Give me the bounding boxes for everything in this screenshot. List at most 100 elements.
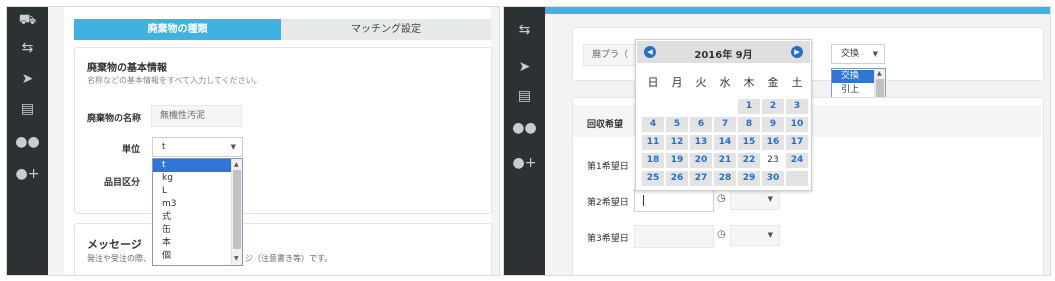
chevron-down-icon: ▼ (767, 195, 773, 203)
day-cell[interactable]: 23 (762, 153, 784, 168)
scroll-up-icon[interactable]: ▲ (877, 70, 882, 77)
weekday-label: 日 (647, 76, 659, 89)
unit-option[interactable]: 本 (153, 237, 231, 250)
clock-icon[interactable]: ◷ (717, 229, 726, 240)
basic-info-title: 廃棄物の基本情報 (87, 63, 167, 74)
second-choice-time-select[interactable]: ▼ (730, 189, 780, 210)
weekday-label: 木 (743, 76, 755, 89)
chevron-down-icon: ▼ (872, 50, 878, 58)
message-description-end: ジ（注意書き等）です。 (245, 254, 333, 263)
day-cell[interactable]: 25 (642, 171, 664, 186)
day-cell[interactable]: 21 (714, 153, 736, 168)
day-cell[interactable]: 3 (786, 99, 808, 114)
day-cell[interactable]: 1 (738, 99, 760, 114)
clock-icon[interactable]: ◷ (717, 193, 726, 204)
day-cell[interactable]: 16 (762, 135, 784, 150)
day-cell[interactable]: 11 (642, 135, 664, 150)
day-cell[interactable]: 8 (738, 117, 760, 132)
day-cell[interactable]: 13 (690, 135, 712, 150)
datepicker-header: ◀ 2016年 9月 ▶ (637, 41, 810, 63)
unit-select[interactable]: t ▼ (152, 137, 243, 157)
day-cell[interactable]: 17 (786, 135, 808, 150)
day-cell[interactable]: 4 (642, 117, 664, 132)
exchange-icon[interactable]: ⇆ (22, 41, 34, 55)
tab-waste-type[interactable]: 廃棄物の種類 (74, 19, 281, 40)
day-cell[interactable]: 29 (738, 171, 760, 186)
users-icon[interactable]: ●● (512, 121, 536, 135)
text-cursor (643, 195, 644, 206)
second-choice-label: 第2希望日 (587, 198, 629, 208)
weekday-label: 月 (671, 76, 683, 89)
empty-day-cell (642, 99, 664, 114)
empty-day-cell (666, 99, 688, 114)
exchange-select-value: 交換 (841, 49, 860, 59)
datepicker[interactable]: ◀ 2016年 9月 ▶ 日月火水木金土 1 2 3 4 5 6 7 8 9 10 11 12 13 14… (635, 39, 812, 191)
tab-matching-settings[interactable]: マッチング設定 (281, 19, 491, 40)
unit-option[interactable]: kg (153, 172, 231, 185)
third-choice-time-select[interactable]: ▼ (730, 225, 780, 246)
scroll-up-icon[interactable]: ▲ (234, 161, 239, 168)
waste-name-label: 廃棄物の名称 (87, 114, 142, 124)
day-cell[interactable]: 12 (666, 135, 688, 150)
add-user-icon[interactable]: ●+ (513, 156, 537, 170)
send-icon[interactable]: ➤ (519, 60, 531, 74)
scroll-down-icon[interactable]: ▼ (234, 255, 239, 262)
unit-option[interactable]: t (153, 159, 231, 172)
message-description-start: 発注や受注の際、 (87, 254, 151, 263)
day-cell[interactable]: 28 (714, 171, 736, 186)
unit-label: 単位 (122, 145, 141, 155)
waste-name-field[interactable]: 無機性汚泥 (151, 105, 242, 127)
top-accent-bar (545, 7, 1050, 14)
third-choice-date-input[interactable] (634, 225, 714, 248)
unit-option[interactable]: m3 (153, 198, 231, 211)
document-icon[interactable]: ▤ (21, 102, 34, 116)
chevron-down-icon: ▼ (230, 143, 236, 151)
left-sidebar: ⛟ ⇆ ➤ ▤ ●● ●+ (7, 7, 48, 275)
day-cell[interactable]: 6 (690, 117, 712, 132)
unit-list-scrollbar[interactable]: ▲ ▼ (231, 159, 242, 265)
day-cell[interactable]: 7 (714, 117, 736, 132)
day-cell[interactable]: 14 (714, 135, 736, 150)
unit-option[interactable]: L (153, 185, 231, 198)
document-icon[interactable]: ▤ (518, 89, 531, 103)
waste-select-field[interactable]: 廃プラ（ (583, 44, 640, 66)
weekday-label: 土 (791, 76, 803, 89)
day-cell[interactable]: 30 (762, 171, 784, 186)
day-cell[interactable]: 10 (786, 117, 808, 132)
right-sidebar: ⇆ ➤ ▤ ●● ●+ (504, 7, 545, 275)
unit-option[interactable]: 個 (153, 250, 231, 263)
day-cell[interactable]: 26 (666, 171, 688, 186)
unit-option[interactable]: 缶 (153, 224, 231, 237)
day-cell[interactable]: 22 (738, 153, 760, 168)
truck-icon[interactable]: ⛟ (19, 13, 37, 27)
weekday-label: 火 (695, 76, 707, 89)
unit-dropdown-list[interactable]: t kg L m3 式 缶 本 個 ▲ ▼ (152, 158, 243, 266)
datepicker-next-button[interactable]: ▶ (791, 46, 803, 58)
exchange-icon[interactable]: ⇆ (519, 23, 531, 37)
exchange-select[interactable]: 交換 ▼ (831, 44, 885, 64)
add-user-icon[interactable]: ●+ (16, 167, 40, 181)
weekday-label: 金 (767, 76, 779, 89)
empty-day-cell (690, 99, 712, 114)
datepicker-title: 2016年 9月 (694, 50, 753, 61)
send-icon[interactable]: ➤ (22, 72, 34, 86)
exchange-option[interactable]: 交換 (832, 70, 874, 83)
second-choice-date-input[interactable] (634, 189, 714, 212)
day-cell[interactable]: 18 (642, 153, 664, 168)
day-cell[interactable]: 5 (666, 117, 688, 132)
exchange-option[interactable]: 引上 (832, 84, 874, 97)
chevron-down-icon: ▼ (767, 231, 773, 239)
day-cell[interactable]: 27 (690, 171, 712, 186)
message-title: メッセージ (87, 238, 142, 251)
users-icon[interactable]: ●● (15, 135, 39, 149)
unit-select-value: t (162, 142, 166, 152)
day-cell[interactable]: 24 (786, 153, 808, 168)
unit-list-scroll-thumb[interactable] (233, 170, 241, 249)
day-cell[interactable]: 15 (738, 135, 760, 150)
day-cell[interactable]: 9 (762, 117, 784, 132)
weekday-label: 水 (719, 76, 731, 89)
unit-option[interactable]: 式 (153, 211, 231, 224)
day-cell[interactable]: 20 (690, 153, 712, 168)
day-cell[interactable]: 2 (762, 99, 784, 114)
day-cell[interactable]: 19 (666, 153, 688, 168)
